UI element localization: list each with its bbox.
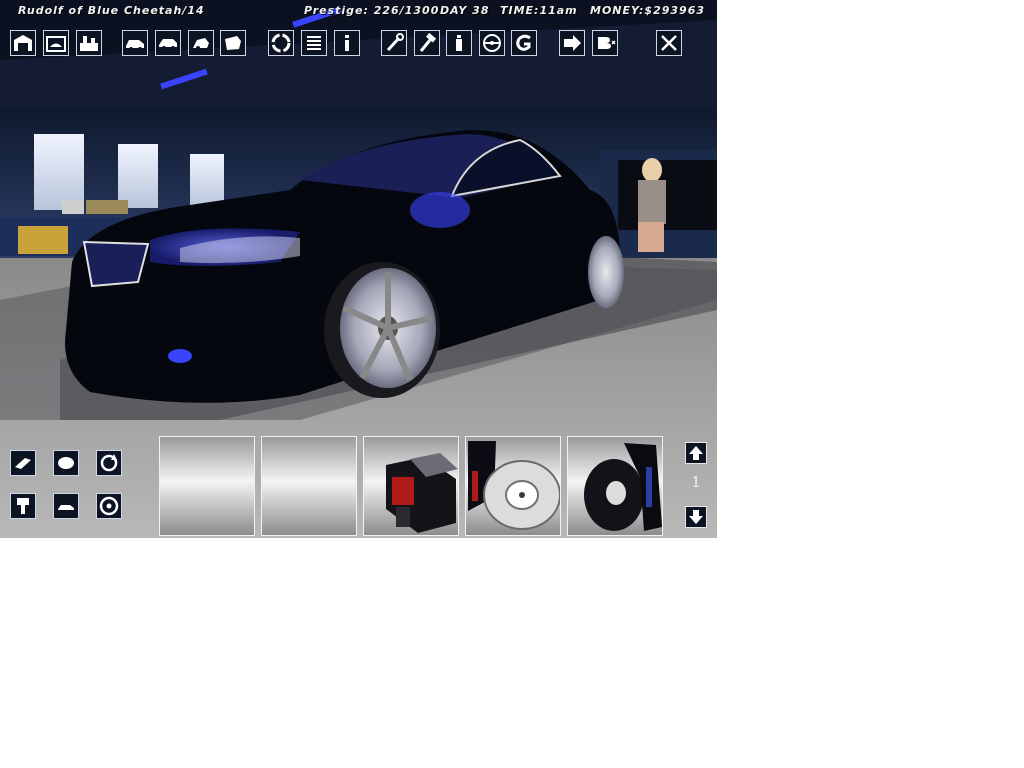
info-icon	[345, 35, 349, 51]
parts-shop-button[interactable]	[76, 30, 102, 56]
steering-button[interactable]	[479, 30, 505, 56]
brake-caliper-disc-icon	[584, 443, 662, 531]
b-icon	[598, 37, 616, 49]
spray-icon	[456, 35, 462, 51]
page-down-button[interactable]	[685, 506, 707, 528]
part-slot-2[interactable]	[261, 436, 357, 536]
time-readout: TIME:11am	[500, 4, 578, 17]
recycle-button[interactable]	[268, 30, 294, 56]
part-hand-icon	[58, 457, 74, 469]
disc-button[interactable]	[96, 493, 122, 519]
arrow-down-icon	[689, 510, 703, 524]
money-readout: MONEY:$293963	[590, 4, 706, 17]
status-bar: Rudolf of Blue Cheetah/14 Prestige: 226/…	[0, 0, 717, 20]
car-dealer-icon	[126, 40, 144, 51]
buy-car-icon	[159, 39, 177, 50]
day-readout: DAY 38	[440, 4, 490, 17]
wrench-button[interactable]	[381, 30, 407, 56]
steering-wheel-icon	[483, 34, 501, 52]
info-button[interactable]	[334, 30, 360, 56]
spray-button[interactable]	[446, 30, 472, 56]
brake-disc-icon	[468, 441, 560, 530]
page-up-button[interactable]	[685, 442, 707, 464]
arrow-up-icon	[689, 446, 703, 460]
close-icon	[661, 35, 677, 51]
workshop-icon	[46, 36, 66, 52]
install-icon	[17, 498, 29, 514]
player-name: Rudolf of Blue Cheetah/14	[18, 4, 205, 17]
g-button[interactable]	[511, 30, 537, 56]
hammer-icon	[419, 32, 437, 52]
arrow-icon	[564, 35, 581, 51]
next-button[interactable]	[559, 30, 585, 56]
b-button[interactable]	[592, 30, 618, 56]
g-icon	[516, 34, 531, 51]
part-slot-5[interactable]	[567, 436, 663, 536]
list-button[interactable]	[301, 30, 327, 56]
parts-shop-icon	[80, 36, 98, 51]
hammer-button[interactable]	[414, 30, 440, 56]
car-lot-icon	[225, 36, 241, 50]
part-slot-4[interactable]	[465, 436, 561, 536]
car-icon	[58, 505, 74, 510]
sell-car-icon	[193, 38, 209, 50]
list-icon	[307, 36, 321, 50]
game-window: Rudolf of Blue Cheetah/14 Prestige: 226/…	[0, 0, 717, 538]
workshop-button[interactable]	[43, 30, 69, 56]
part-slot-1[interactable]	[159, 436, 255, 536]
part-hand-button[interactable]	[53, 450, 79, 476]
car-dealer-button[interactable]	[122, 30, 148, 56]
page-number: 1	[691, 473, 701, 491]
recycle-icon	[271, 33, 291, 53]
remove-part-icon	[15, 458, 31, 469]
buy-car-button[interactable]	[155, 30, 181, 56]
garage-icon	[14, 35, 32, 51]
rotate-button[interactable]	[96, 450, 122, 476]
close-button[interactable]	[656, 30, 682, 56]
disc-icon	[99, 496, 119, 516]
sell-car-button[interactable]	[188, 30, 214, 56]
car-view-button[interactable]	[53, 493, 79, 519]
engine-part-icon	[386, 453, 458, 533]
install-button[interactable]	[10, 493, 36, 519]
part-slot-3[interactable]	[363, 436, 459, 536]
remove-part-button[interactable]	[10, 450, 36, 476]
prestige-readout: Prestige: 226/1300	[304, 4, 440, 17]
rotate-icon	[100, 454, 118, 472]
car-lot-button[interactable]	[220, 30, 246, 56]
wrench-icon	[386, 33, 404, 52]
garage-button[interactable]	[10, 30, 36, 56]
